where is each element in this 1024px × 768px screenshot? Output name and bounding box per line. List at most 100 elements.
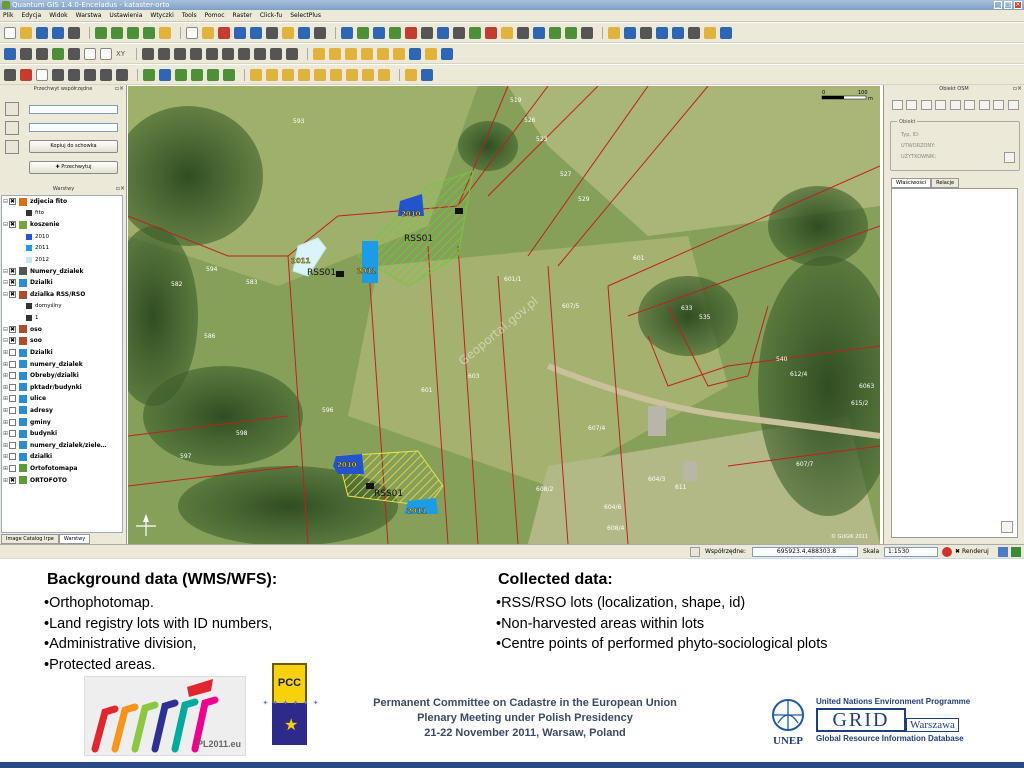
plugin-gps-icon[interactable] [373, 26, 385, 39]
plugin-tree-icon[interactable] [549, 26, 561, 39]
delete-tag-icon[interactable] [1001, 521, 1013, 533]
layer-item[interactable]: ⊟ ✖ dzialka RSS/RSO [2, 289, 122, 301]
select-radius-icon[interactable] [191, 68, 203, 81]
maximize-icon[interactable]: □ [1004, 1, 1012, 9]
osm-undo-icon[interactable] [979, 100, 990, 110]
properties-table[interactable] [891, 188, 1018, 538]
measure-icon[interactable] [250, 26, 262, 39]
collapse-icon[interactable]: ⊟ [2, 291, 9, 298]
layer-visibility-checkbox[interactable] [9, 464, 16, 472]
print-icon[interactable] [68, 26, 80, 39]
expand-icon[interactable]: ⊞ [2, 477, 9, 484]
pan-icon[interactable] [186, 26, 198, 39]
deselect-icon[interactable] [218, 26, 230, 39]
layer-item[interactable]: ⊟ ✖ soo [2, 335, 122, 347]
osm-polygon-icon[interactable] [950, 100, 961, 110]
vector-tool-2-icon[interactable] [266, 68, 278, 81]
eraser-icon[interactable] [20, 68, 32, 81]
layer-visibility-checkbox[interactable] [9, 453, 16, 461]
layer-visibility-checkbox[interactable]: ✖ [9, 198, 16, 206]
expand-icon[interactable]: ⊞ [2, 453, 9, 460]
layer-item[interactable]: ⊟ ✖ Numery_dzialek [2, 266, 122, 278]
node-delete-icon[interactable] [100, 68, 112, 81]
osm-identify-icon[interactable] [892, 100, 903, 110]
vector-tool-1-icon[interactable] [250, 68, 262, 81]
zoom-in-icon[interactable] [313, 47, 326, 60]
menu-widok[interactable]: Widok [49, 12, 67, 19]
menu-ustawienia[interactable]: Ustawienia [109, 12, 142, 19]
menu-raster[interactable]: Raster [233, 12, 252, 19]
osm-move-icon[interactable] [906, 100, 917, 110]
stop-render-icon[interactable] [942, 547, 952, 557]
layer-legend-item[interactable]: fito [2, 208, 122, 220]
add-spatialite-layer-icon[interactable] [143, 26, 155, 39]
layer-visibility-checkbox[interactable] [9, 406, 16, 414]
layer-visibility-checkbox[interactable] [9, 418, 16, 426]
tab-warstwy[interactable]: Warstwy [58, 534, 91, 544]
plugin-copyright-icon[interactable] [453, 26, 465, 39]
menu-warstwa[interactable]: Warstwa [76, 12, 102, 19]
layer-item[interactable]: ⊞ Ortofotomapa [2, 463, 122, 475]
copy-coords-icon[interactable] [5, 140, 19, 154]
minimize-icon[interactable]: _ [994, 1, 1002, 9]
coord-field-1[interactable] [29, 105, 118, 114]
osm-relation-icon[interactable] [964, 100, 975, 110]
vector-tool-8-icon[interactable] [362, 68, 374, 81]
identify-icon[interactable] [234, 26, 246, 39]
vertex-tool-icon[interactable] [68, 68, 80, 81]
render-toggle[interactable]: ✖ Renderuj [955, 548, 989, 555]
zoom-selection-icon[interactable] [361, 47, 374, 60]
expand-icon[interactable]: ⊞ [2, 430, 9, 437]
layer-item[interactable]: ⊞ Dzialki [2, 347, 122, 359]
layer-visibility-checkbox[interactable] [9, 441, 16, 449]
coord-field-2[interactable] [29, 123, 118, 132]
node-tool-icon[interactable] [36, 47, 48, 60]
osm-line-icon[interactable] [935, 100, 946, 110]
clipboard-icon[interactable] [36, 68, 48, 81]
add-vector-layer-icon[interactable] [95, 26, 107, 39]
save-as-icon[interactable] [52, 26, 64, 39]
tab-image-catalog[interactable]: Image Catalog Irpe [1, 534, 59, 544]
open-project-icon[interactable] [20, 26, 32, 39]
layer-item[interactable]: ⊞ gminy [2, 416, 122, 428]
layer-item[interactable]: ⊞ Obreby/dzialki [2, 370, 122, 382]
plugin-window-icon[interactable] [688, 26, 700, 39]
expand-icon[interactable]: ⊞ [2, 407, 9, 414]
expand-icon[interactable]: ⊞ [2, 419, 9, 426]
layer-legend-item[interactable]: 2010 [2, 231, 122, 243]
add-wms-layer-icon[interactable] [159, 26, 171, 39]
expand-icon[interactable]: ⊞ [2, 465, 9, 472]
add-postgis-layer-icon[interactable] [127, 26, 139, 39]
layer-item[interactable]: ⊞ ulice [2, 393, 122, 405]
layer-item[interactable]: ⊞ ✖ ORTOFOTO [2, 474, 122, 486]
add-island-icon[interactable] [206, 47, 219, 60]
select-rect-icon[interactable] [207, 68, 219, 81]
layer-legend-item[interactable]: domyślny [2, 300, 122, 312]
expand-icon[interactable]: ⊞ [2, 361, 9, 368]
layer-visibility-checkbox[interactable] [9, 360, 16, 368]
plugin-table-icon[interactable] [581, 26, 593, 39]
select-icon[interactable] [202, 26, 214, 39]
menu-plik[interactable]: Plik [3, 12, 13, 19]
menu-pomoc[interactable]: Pomoc [205, 12, 225, 19]
collapse-icon[interactable]: ⊟ [2, 221, 9, 228]
expand-icon[interactable]: ⊞ [2, 442, 9, 449]
vector-tool-4-icon[interactable] [298, 68, 310, 81]
expand-icon[interactable]: ⊞ [2, 372, 9, 379]
layer-legend-item[interactable]: 1 [2, 312, 122, 324]
scale-input[interactable]: 1:1530 [884, 547, 938, 557]
tab-properties[interactable]: Właściwości [891, 178, 932, 188]
xy-icon[interactable]: XY [116, 50, 125, 58]
menu-selectplus[interactable]: SelectPlus [290, 12, 321, 19]
layer-item[interactable]: ⊞ numery_dzialek [2, 358, 122, 370]
attribute-table-icon[interactable] [266, 26, 278, 39]
line-tool-icon[interactable] [52, 68, 64, 81]
capture-button[interactable]: ✚ Przechwytuj [29, 161, 118, 174]
plugin-grass-icon[interactable] [341, 26, 353, 39]
menu-tools[interactable]: Tools [182, 12, 197, 19]
zoom-full-icon[interactable] [345, 47, 358, 60]
zoom-next-icon[interactable] [425, 47, 438, 60]
osm-redo-icon[interactable] [993, 100, 1004, 110]
projection-icon[interactable] [998, 547, 1008, 557]
layer-visibility-checkbox[interactable]: ✖ [9, 267, 16, 275]
